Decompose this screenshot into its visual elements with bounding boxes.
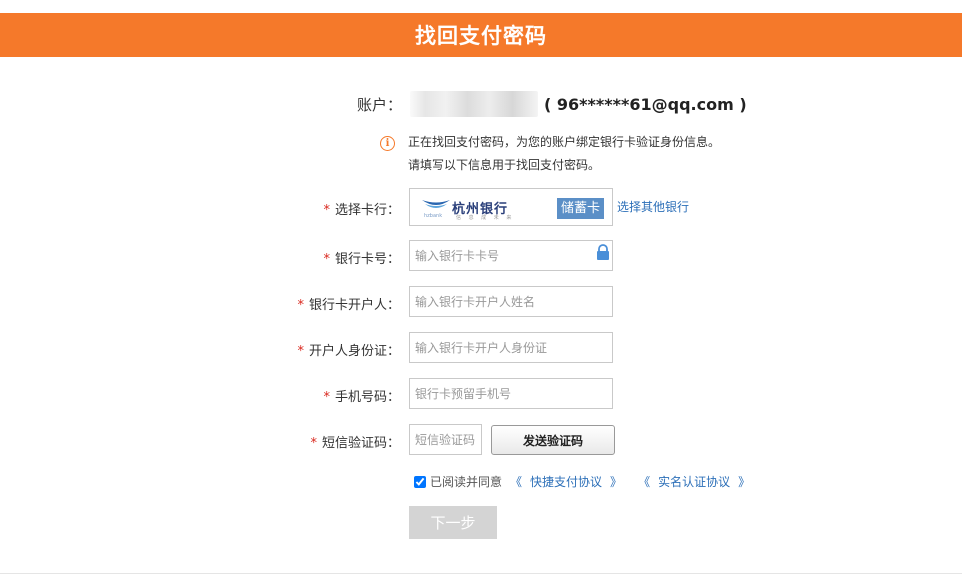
lock-icon	[597, 244, 609, 260]
sms-code-label: * 短信验证码：	[280, 432, 400, 451]
phone-label-text: 手机号码：	[334, 390, 400, 405]
sms-code-label-text: 短信验证码：	[321, 436, 400, 451]
footer-divider	[0, 573, 962, 574]
notice-text: 正在找回支付密码，为您的账户绑定银行卡验证身份信息。 请填写以下信息用于找回支付…	[408, 131, 720, 177]
phone-input[interactable]	[409, 378, 613, 409]
close-bracket: 》	[738, 475, 751, 489]
bank-label-text: 选择卡行：	[334, 203, 400, 218]
quick-pay-agreement-link[interactable]: 快捷支付协议	[530, 473, 602, 490]
phone-label: * 手机号码：	[280, 386, 400, 405]
holder-name-label-text: 银行卡开户人：	[308, 298, 400, 313]
page-title: 找回支付密码	[415, 24, 547, 48]
account-email: ( 96******61@qq.com )	[544, 94, 747, 114]
page-header: 找回支付密码	[0, 13, 962, 57]
card-number-label-text: 银行卡号：	[334, 252, 400, 267]
open-bracket: 《	[638, 475, 651, 489]
holder-id-input[interactable]	[409, 332, 613, 363]
bank-select-box[interactable]: hzbank 杭州银行 信 息 成 未 来 储蓄卡	[409, 188, 613, 226]
bank-sub-text: hzbank	[424, 213, 443, 219]
required-mark: *	[323, 252, 330, 267]
card-type-badge: 储蓄卡	[556, 198, 604, 219]
required-mark: *	[323, 390, 330, 405]
real-name-agreement-link[interactable]: 实名认证协议	[658, 473, 730, 490]
holder-id-label: * 开户人身份证：	[280, 340, 400, 359]
hangzhou-bank-logo-icon	[422, 200, 450, 208]
required-mark: *	[297, 298, 304, 313]
account-row: 账户： ( 96******61@qq.com )	[357, 91, 747, 117]
next-step-button[interactable]: 下一步	[409, 506, 497, 539]
notice-line-2: 请填写以下信息用于找回支付密码。	[408, 158, 601, 172]
card-number-label: * 银行卡号：	[280, 248, 400, 267]
holder-name-label: * 银行卡开户人：	[280, 294, 400, 313]
required-mark: *	[297, 344, 304, 359]
agreement-row: 已阅读并同意 《 快捷支付协议 》 《 实名认证协议 》	[414, 473, 758, 490]
bank-slogan: 信 息 成 未 来	[456, 215, 515, 221]
open-bracket: 《	[510, 475, 523, 489]
card-number-input[interactable]	[409, 240, 613, 271]
account-label: 账户：	[357, 95, 403, 114]
agree-text: 已阅读并同意	[430, 475, 503, 489]
agree-checkbox[interactable]	[414, 475, 426, 488]
required-mark: *	[310, 436, 317, 451]
notice: i 正在找回支付密码，为您的账户绑定银行卡验证身份信息。 请填写以下信息用于找回…	[380, 131, 720, 177]
holder-name-input[interactable]	[409, 286, 613, 317]
account-name-mask	[410, 91, 539, 117]
sms-code-input[interactable]	[409, 424, 482, 455]
info-icon: i	[380, 136, 395, 151]
required-mark: *	[323, 203, 330, 218]
select-other-bank-link[interactable]: 选择其他银行	[617, 198, 689, 215]
bank-label: * 选择卡行：	[280, 199, 400, 218]
send-code-button[interactable]: 发送验证码	[491, 425, 615, 455]
notice-line-1: 正在找回支付密码，为您的账户绑定银行卡验证身份信息。	[408, 135, 721, 149]
close-bracket: 》	[610, 475, 623, 489]
holder-id-label-text: 开户人身份证：	[308, 344, 400, 359]
